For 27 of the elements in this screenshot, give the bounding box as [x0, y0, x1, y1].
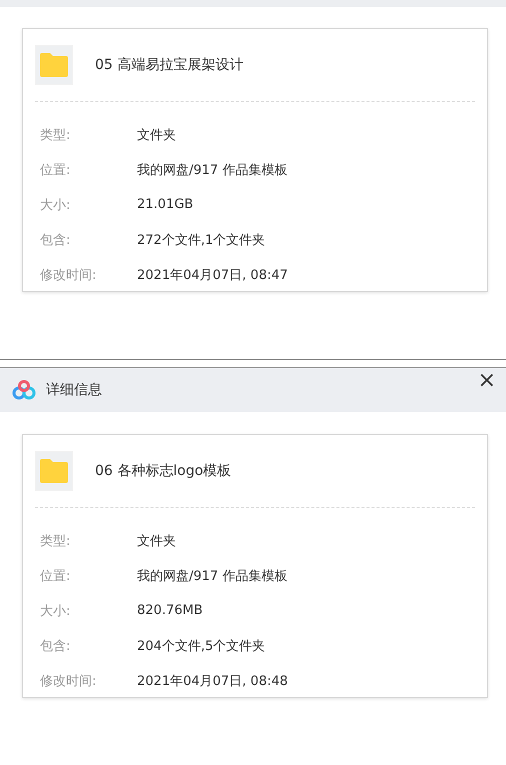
property-value: 2021年04月07日, 08:48 — [137, 672, 288, 690]
property-label: 大小: — [39, 602, 72, 620]
property-value: 我的网盘/917 作品集模板 — [137, 568, 288, 584]
property-value: 文件夹 — [137, 126, 176, 144]
property-label: 类型: — [39, 532, 72, 550]
property-value: 204个文件,5个文件夹 — [137, 638, 266, 654]
folder-icon — [35, 45, 73, 85]
property-value: 文件夹 — [137, 532, 176, 550]
property-label: 类型: — [39, 126, 72, 144]
property-label: 修改时间: — [39, 266, 98, 284]
property-label: 位置: — [39, 162, 72, 178]
file-name: 06 各种标志logo模板 — [95, 462, 232, 480]
property-label: 包含: — [39, 232, 72, 248]
property-value: 2021年04月07日, 08:47 — [137, 266, 288, 284]
dialog-title: 详细信息 — [46, 381, 102, 399]
property-value: 272个文件,1个文件夹 — [137, 232, 266, 248]
property-value: 21.01GB — [137, 197, 194, 212]
cloud-logo-icon — [12, 380, 36, 400]
property-value: 我的网盘/917 作品集模板 — [137, 162, 288, 178]
close-button[interactable]: × — [474, 368, 500, 394]
property-label: 包含: — [39, 638, 72, 654]
folder-icon — [35, 451, 73, 491]
file-name: 05 高端易拉宝展架设计 — [95, 56, 244, 74]
property-value: 820.76MB — [137, 603, 203, 618]
property-label: 大小: — [39, 196, 72, 214]
property-label: 修改时间: — [39, 672, 98, 690]
property-label: 位置: — [39, 568, 72, 584]
